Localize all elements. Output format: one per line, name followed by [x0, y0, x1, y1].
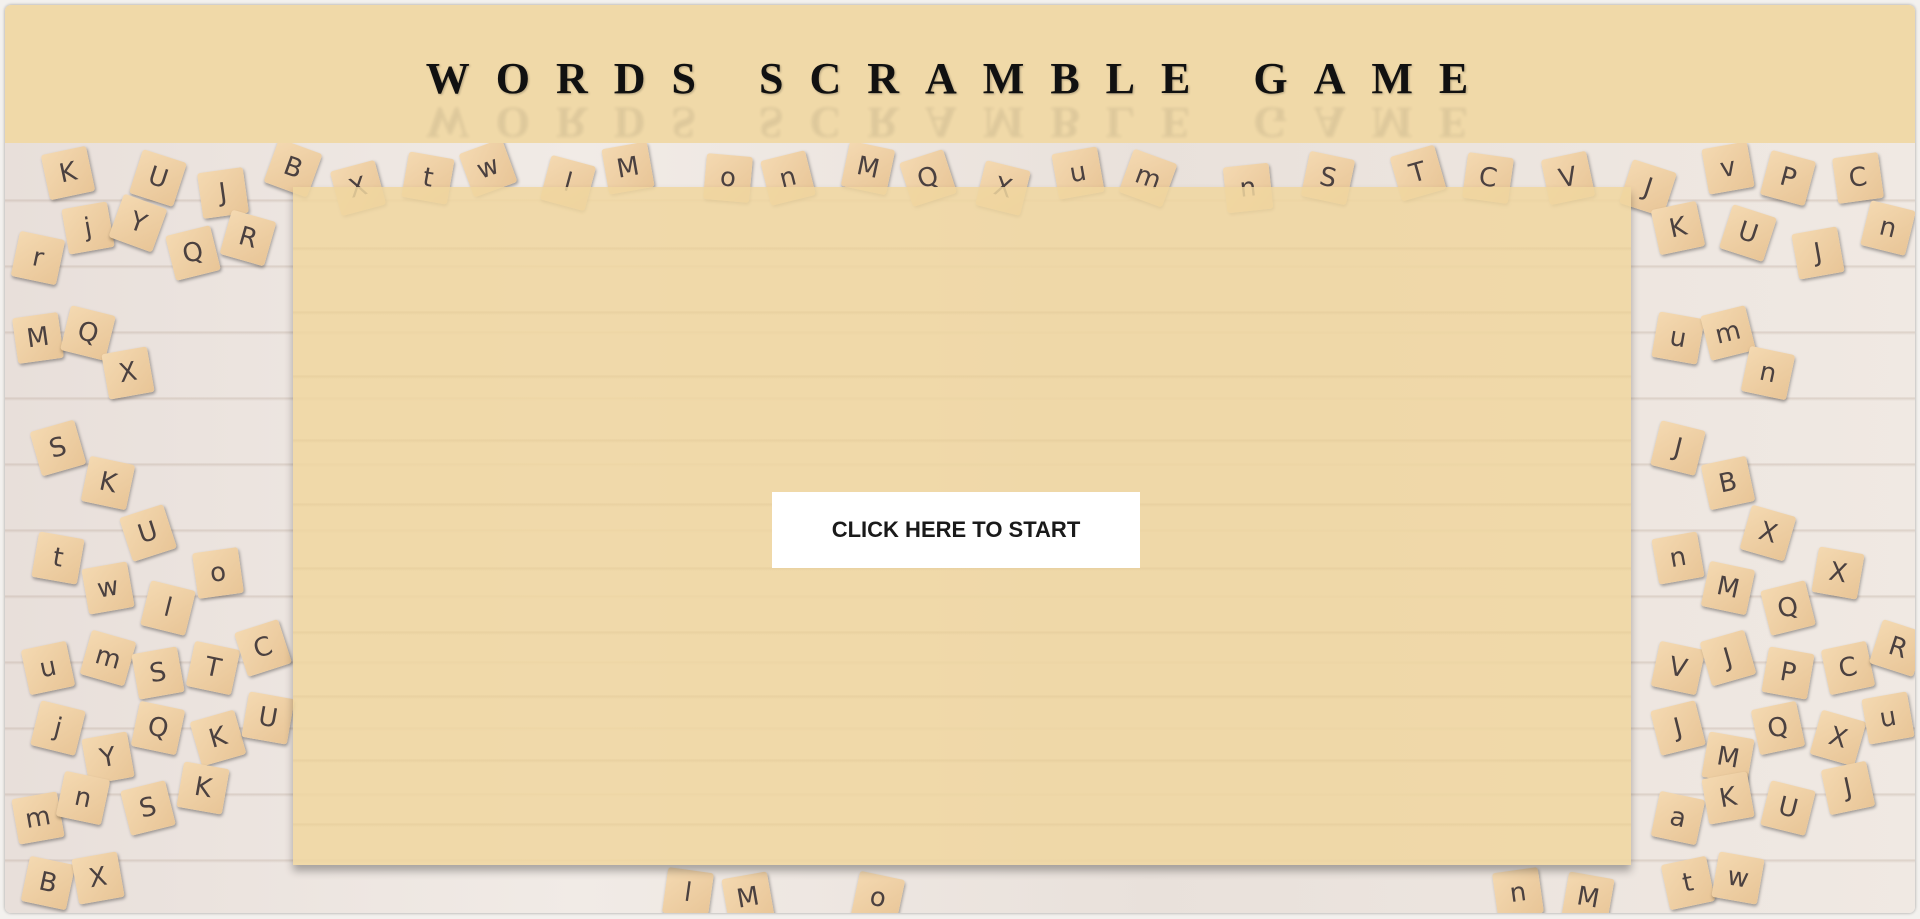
letter-tile: m [11, 791, 65, 845]
letter-tile: v [1701, 141, 1755, 195]
letter-tile: m [1700, 305, 1756, 361]
start-button[interactable]: CLICK HERE TO START [772, 492, 1140, 568]
letter-tile: K [1650, 200, 1706, 256]
letter-tile: B [1700, 455, 1756, 511]
letter-tile: K [80, 455, 136, 511]
letter-tile: Q [1760, 580, 1816, 636]
game-frame: KUJBXtwlMonMQXumnSTCVJvPCrjYQRKUJnMQXumn… [5, 5, 1915, 913]
letter-tile: U [1760, 780, 1816, 836]
letter-tile: o [850, 870, 906, 913]
letter-tile: R [219, 209, 277, 267]
letter-tile: r [10, 230, 66, 286]
letter-tile: a [1650, 790, 1706, 846]
letter-tile: u [1651, 311, 1705, 365]
letter-tile: J [1699, 629, 1757, 687]
letter-tile: l [140, 580, 196, 636]
letter-tile: M [1561, 871, 1615, 913]
letter-tile: P [1761, 646, 1815, 700]
letter-tile: j [30, 700, 86, 756]
letter-tile: u [20, 640, 76, 696]
letter-tile: J [1650, 420, 1706, 476]
letter-tile: J [1820, 760, 1876, 816]
letter-tile: X [1809, 709, 1867, 767]
letter-tile: n [55, 770, 111, 826]
letter-tile: n [1651, 531, 1705, 585]
letter-tile: R [1869, 619, 1915, 677]
letter-tile: P [1759, 149, 1817, 207]
letter-tile: t [1660, 855, 1716, 911]
letter-tile: U [119, 504, 177, 562]
letter-tile: m [79, 629, 137, 687]
letter-tile: U [241, 691, 295, 745]
letter-tile: j [61, 201, 115, 255]
letter-tile: X [1739, 504, 1797, 562]
letter-tile: S [29, 419, 87, 477]
letter-tile: o [192, 547, 244, 599]
letter-tile: Q [165, 225, 221, 281]
letter-tile: C [234, 619, 292, 677]
letter-tile: J [1791, 226, 1845, 280]
letter-tile: K [40, 145, 96, 201]
letter-tile: V [1650, 640, 1706, 696]
letter-tile: X [101, 346, 155, 400]
letter-tile: U [1719, 204, 1777, 262]
letter-tile: K [189, 709, 247, 767]
letter-tile: Q [1750, 700, 1806, 756]
letter-tile: S [120, 780, 176, 836]
letter-tile: K [176, 761, 230, 815]
letter-tile: w [81, 561, 135, 615]
letter-tile: K [1701, 771, 1755, 825]
letter-tile: J [1650, 700, 1706, 756]
letter-tile: X [71, 851, 125, 905]
letter-tile: M [1700, 560, 1756, 616]
letter-tile: X [1811, 546, 1865, 600]
letter-tile: l [662, 867, 714, 913]
letter-tile: B [20, 855, 76, 911]
letter-tile: u [1861, 691, 1915, 745]
letter-tile: M [721, 871, 775, 913]
page-title-reflection: WORDS SCRAMBLE GAME [425, 98, 1495, 147]
letter-tile: w [1711, 851, 1765, 905]
letter-tile: C [1832, 152, 1884, 204]
letter-tile: C [1820, 640, 1876, 696]
letter-tile: n [1860, 200, 1915, 256]
header: WORDS SCRAMBLE GAME WORDS SCRAMBLE GAME [5, 5, 1915, 147]
letter-tile: t [31, 531, 85, 585]
letter-tile: n [1740, 345, 1796, 401]
letter-tile: M [12, 312, 64, 364]
letter-tile: T [185, 640, 241, 696]
letter-tile: Q [130, 700, 186, 756]
letter-tile: n [1492, 867, 1544, 913]
letter-tile: S [131, 646, 185, 700]
